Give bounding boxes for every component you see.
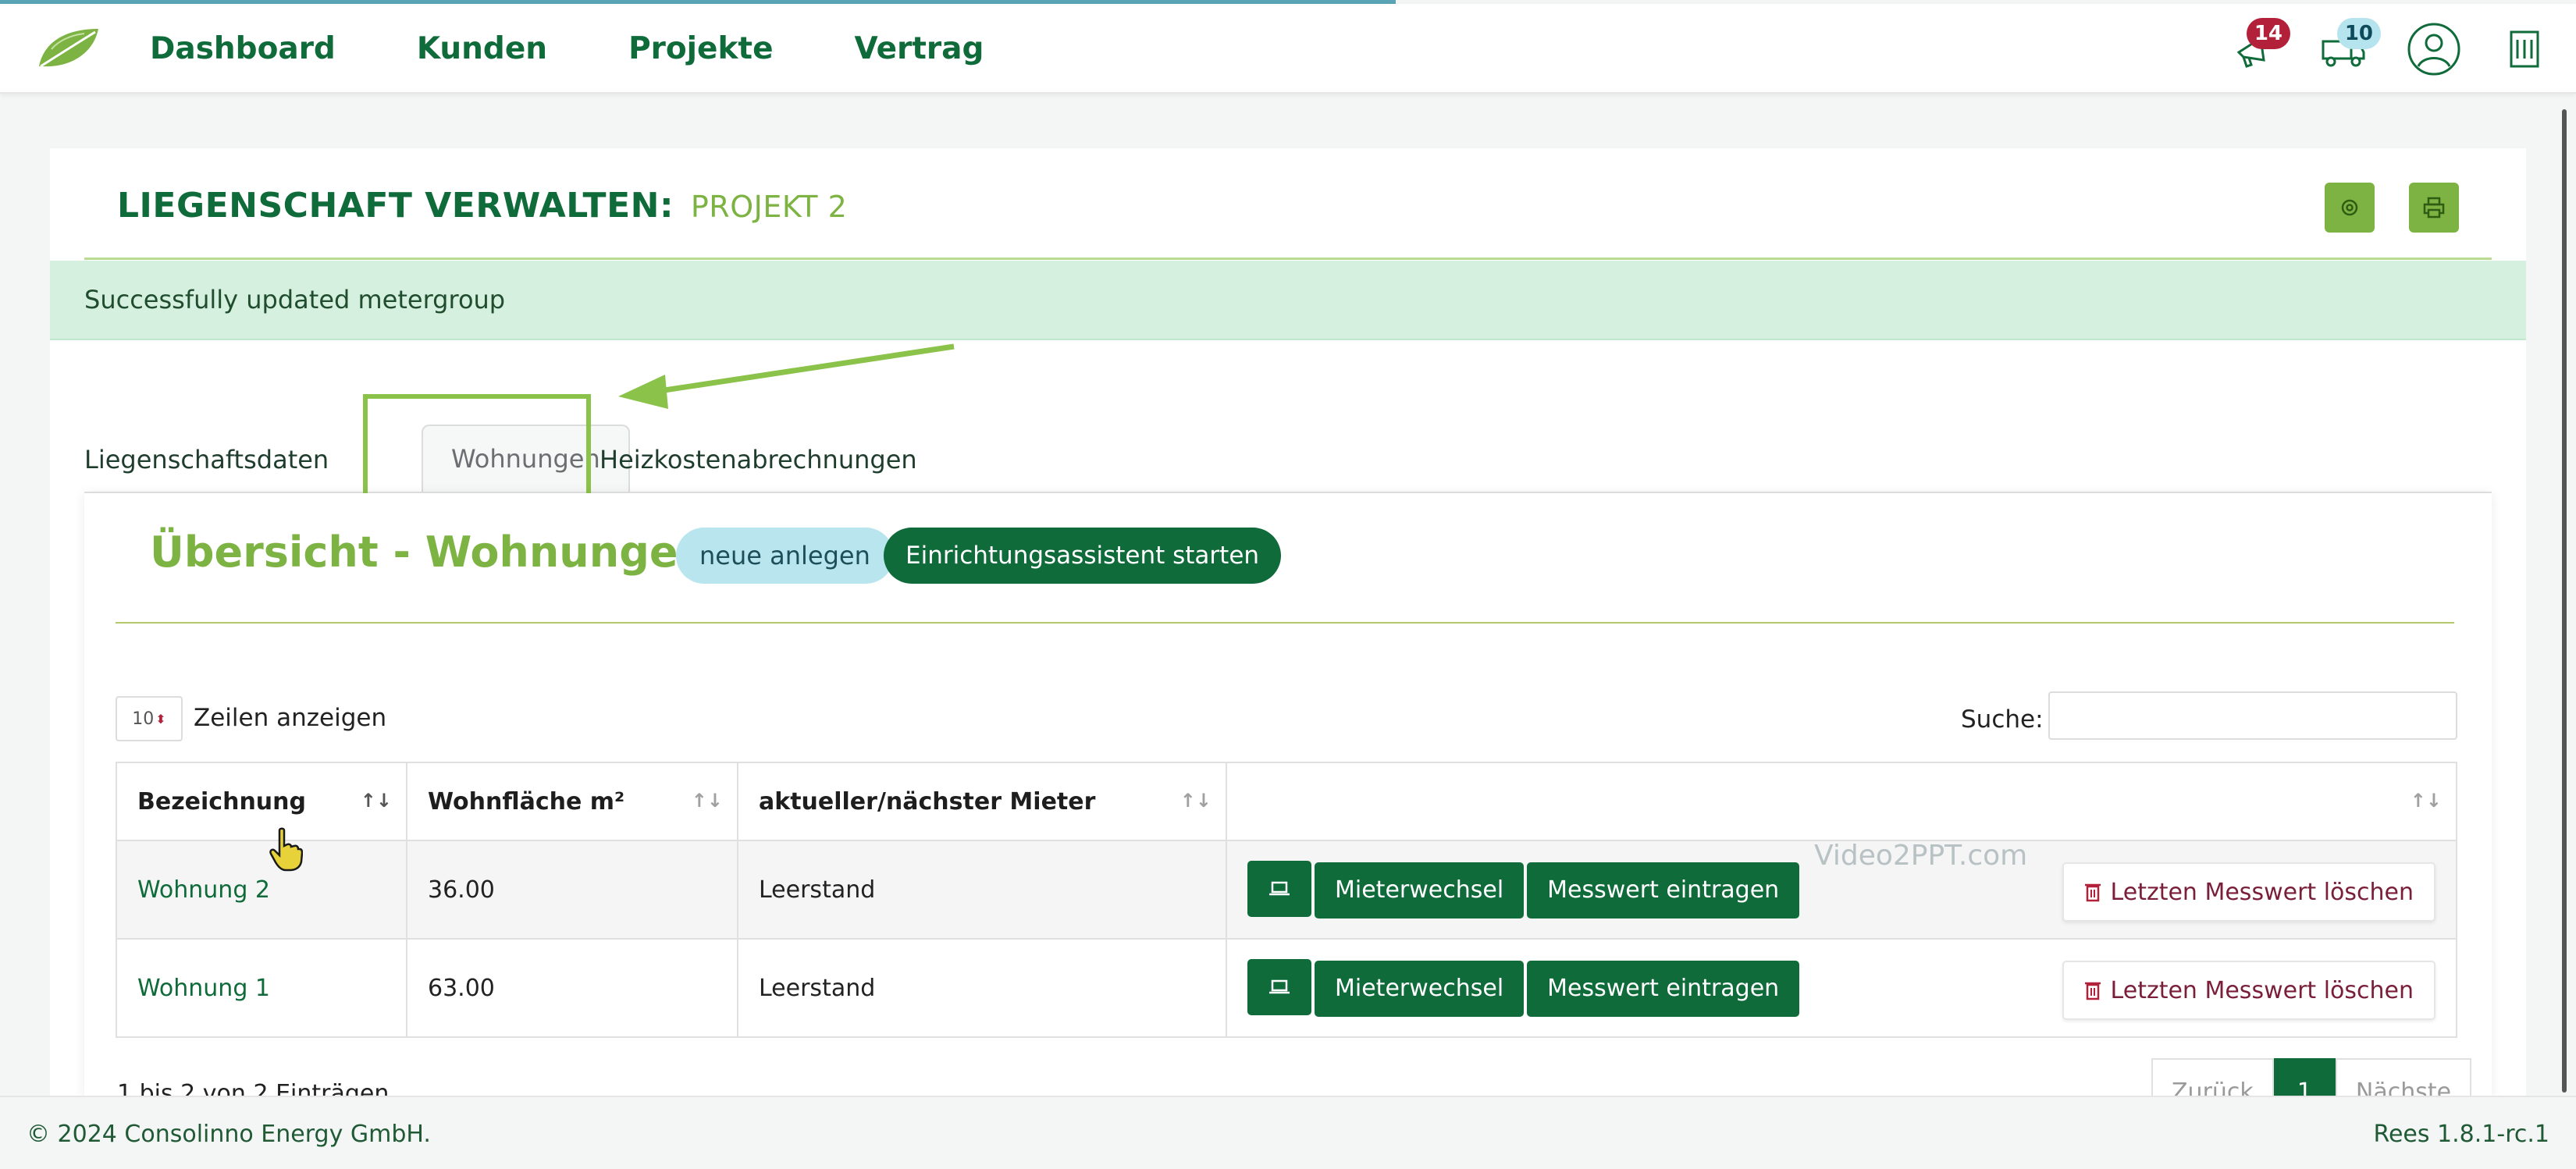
laptop-icon	[1269, 980, 1290, 994]
search-label: Suche:	[1961, 705, 2044, 734]
sort-icon: ↑↓	[2410, 790, 2442, 812]
page-footer: © 2024 Consolinno Energy GmbH. Rees 1.8.…	[0, 1096, 2576, 1169]
overview-title: Übersicht - Wohnungen	[150, 528, 708, 577]
watermark-text: Video2PPT.com	[1814, 840, 2028, 872]
notifications-badge: 14	[2246, 17, 2290, 49]
property-card: LIEGENSCHAFT VERWALTEN: PROJEKT 2 Succes…	[50, 148, 2526, 1100]
view-apartment-button[interactable]	[1247, 861, 1311, 918]
messages-badge: 10	[2336, 17, 2381, 49]
messages-button[interactable]: 10	[2315, 17, 2381, 77]
trash-icon	[2084, 982, 2101, 1000]
apartment-tenant-cell: Leerstand	[737, 938, 1227, 1038]
search-input[interactable]	[2048, 691, 2457, 740]
footer-version: Rees 1.8.1-rc.1	[2373, 1121, 2549, 1148]
sort-icon: ↑↓	[691, 790, 723, 812]
nav-projekte[interactable]: Projekte	[628, 31, 773, 66]
page-scrollbar[interactable]	[2562, 109, 2567, 1093]
table-row: Wohnung 1 63.00 Leerstand Mieterwechsel M…	[116, 938, 2457, 1038]
setup-wizard-button[interactable]: Einrichtungsassistent starten	[884, 528, 1282, 584]
user-circle-icon	[2407, 23, 2460, 75]
hand-cursor-icon	[269, 827, 303, 872]
apartments-panel: Übersicht - Wohnungen neue anlegen Einri…	[84, 493, 2492, 1100]
page-length-select[interactable]: 10 ⬍	[116, 696, 183, 741]
page-length-label: Zeilen anzeigen	[194, 704, 387, 732]
apartment-tenant-cell: Leerstand	[737, 840, 1227, 940]
logout-button[interactable]	[2496, 21, 2553, 77]
delete-last-reading-label: Letzten Messwert löschen	[2110, 878, 2414, 906]
laptop-icon	[1269, 882, 1290, 896]
tenant-change-button[interactable]: Mieterwechsel	[1315, 862, 1525, 918]
enter-reading-button[interactable]: Messwert eintragen	[1527, 862, 1800, 918]
delete-last-reading-label: Letzten Messwert löschen	[2110, 976, 2414, 1004]
apartment-name-cell: Wohnung 1	[116, 938, 407, 1038]
view-apartment-button[interactable]	[1247, 959, 1311, 1016]
column-header-actions[interactable]: ↑↓	[1226, 762, 2457, 841]
apartment-link[interactable]: Wohnung 1	[137, 975, 270, 1002]
building-icon	[2510, 30, 2539, 67]
tenant-change-button[interactable]: Mieterwechsel	[1315, 960, 1525, 1017]
pointer-arrow-head	[618, 375, 668, 409]
user-account-button[interactable]	[2406, 21, 2462, 77]
main-nav: Dashboard Kunden Projekte Vertrag	[150, 4, 984, 94]
nav-dashboard[interactable]: Dashboard	[150, 31, 336, 66]
table-header-row: Bezeichnung ↑↓ Wohnfläche m² ↑↓ aktuelle…	[116, 762, 2457, 841]
page-length-value: 10	[132, 709, 155, 729]
sort-updown-icon: ⬍	[155, 711, 166, 727]
delete-last-reading-button[interactable]: Letzten Messwert löschen	[2062, 961, 2435, 1020]
column-header-mieter[interactable]: aktueller/nächster Mieter ↑↓	[737, 762, 1227, 841]
sort-icon: ↑↓	[1179, 790, 1212, 812]
header-actions: 14 10	[2225, 4, 2553, 94]
table-row: Wohnung 2 36.00 Leerstand Mieterwechsel M…	[116, 840, 2457, 940]
overview-divider	[116, 622, 2454, 624]
delete-last-reading-button[interactable]: Letzten Messwert löschen	[2062, 862, 2435, 922]
footer-copyright: © 2024 Consolinno Energy GmbH.	[27, 1121, 431, 1148]
nav-kunden[interactable]: Kunden	[417, 31, 547, 66]
trash-icon	[2084, 883, 2101, 902]
top-navbar: Dashboard Kunden Projekte Vertrag 14 10	[0, 4, 2576, 94]
column-header-bezeichnung[interactable]: Bezeichnung ↑↓	[116, 762, 407, 841]
apartment-name-cell: Wohnung 2	[116, 840, 407, 940]
nav-vertrag[interactable]: Vertrag	[855, 31, 984, 66]
apartment-actions-cell: Mieterwechsel Messwert eintragen Letzten …	[1226, 938, 2457, 1038]
new-apartment-button[interactable]: neue anlegen	[676, 528, 894, 584]
sort-icon: ↑↓	[360, 790, 392, 812]
apartment-area-cell: 36.00	[406, 840, 738, 940]
enter-reading-button[interactable]: Messwert eintragen	[1527, 960, 1800, 1017]
leaf-logo-icon[interactable]	[34, 26, 101, 71]
apartment-link[interactable]: Wohnung 2	[137, 876, 270, 904]
notifications-button[interactable]: 14	[2225, 17, 2290, 77]
pointer-arrow-line	[653, 343, 955, 395]
apartment-area-cell: 63.00	[406, 938, 738, 1038]
column-header-wohnflaeche[interactable]: Wohnfläche m² ↑↓	[406, 762, 738, 841]
apartments-table: Bezeichnung ↑↓ Wohnfläche m² ↑↓ aktuelle…	[116, 762, 2457, 1038]
